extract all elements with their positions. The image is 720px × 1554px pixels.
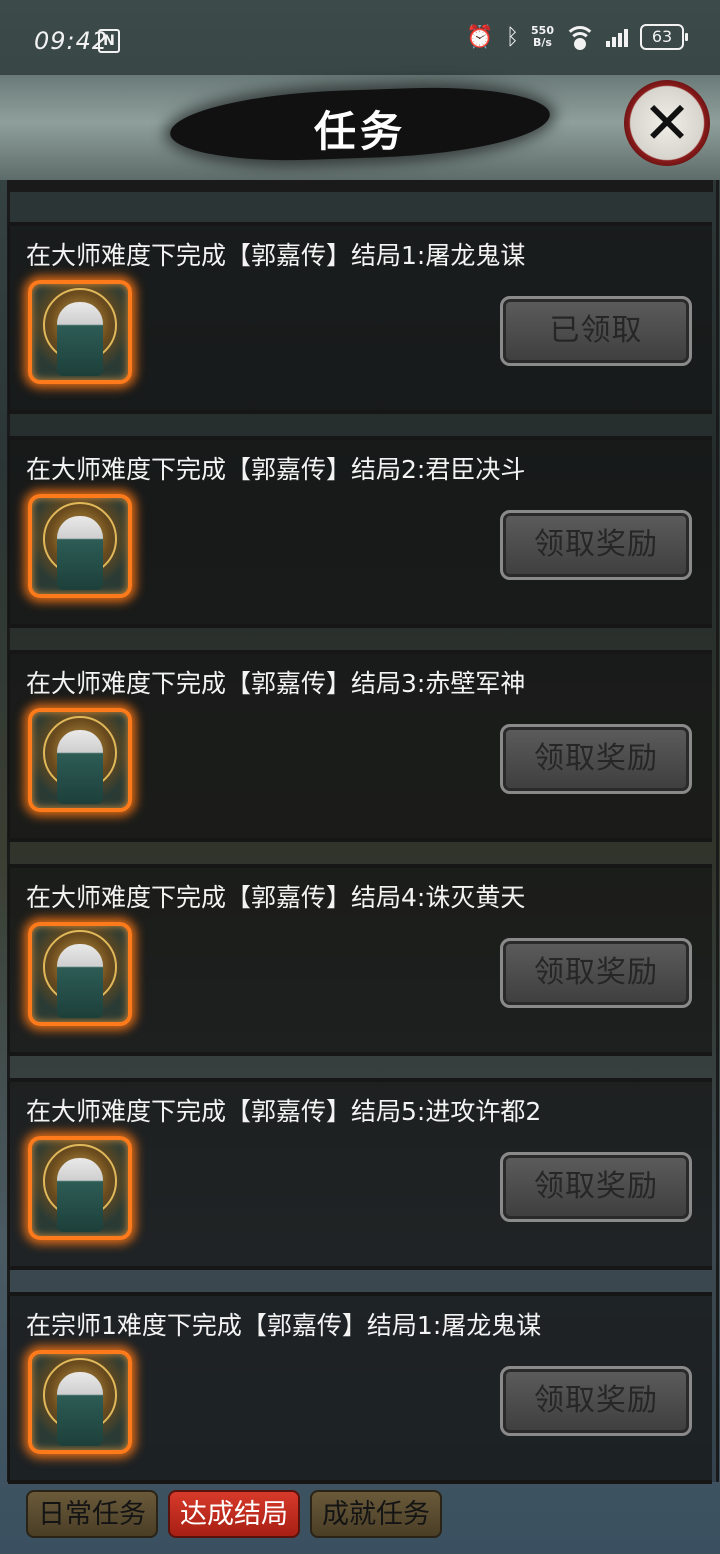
- task-card: 在宗师1难度下完成【郭嘉传】结局1:屠龙鬼谋 领取奖励: [8, 1292, 712, 1484]
- reward-icon[interactable]: [28, 280, 132, 384]
- task-title: 在大师难度下完成【郭嘉传】结局3:赤壁军神: [26, 669, 526, 698]
- close-button[interactable]: ✕: [624, 80, 710, 166]
- tab-endings[interactable]: 达成结局: [168, 1490, 300, 1538]
- signal-icon: [606, 27, 628, 47]
- battery-icon: 63: [640, 24, 688, 50]
- reward-icon[interactable]: [28, 1350, 132, 1454]
- claim-reward-button[interactable]: 领取奖励: [500, 1152, 692, 1222]
- reward-icon[interactable]: [28, 708, 132, 812]
- task-card: 在大师难度下完成【郭嘉传】结局3:赤壁军神 领取奖励: [8, 650, 712, 842]
- claim-reward-button[interactable]: 领取奖励: [500, 1366, 692, 1436]
- task-title: 在宗师1难度下完成【郭嘉传】结局1:屠龙鬼谋: [26, 1311, 542, 1340]
- task-title: 在大师难度下完成【郭嘉传】结局5:进攻许都2: [26, 1097, 542, 1126]
- alarm-icon: ⏰: [466, 24, 494, 50]
- task-list-top-border: [7, 180, 713, 192]
- network-speed-unit: B/s: [533, 36, 552, 49]
- nfc-icon: N: [98, 29, 120, 53]
- network-speed: 550 B/s: [531, 25, 554, 49]
- claim-reward-button[interactable]: 领取奖励: [500, 510, 692, 580]
- task-title: 在大师难度下完成【郭嘉传】结局1:屠龙鬼谋: [26, 241, 526, 270]
- task-card: 在大师难度下完成【郭嘉传】结局5:进攻许都2 领取奖励: [8, 1078, 712, 1270]
- status-bar: 09:42 N ⏰ ᛒ 550 B/s 63: [0, 0, 720, 80]
- task-card: 在大师难度下完成【郭嘉传】结局2:君臣决斗 领取奖励: [8, 436, 712, 628]
- status-icons: ⏰ ᛒ 550 B/s 63: [466, 24, 688, 50]
- claim-reward-button[interactable]: 领取奖励: [500, 724, 692, 794]
- bluetooth-icon: ᛒ: [505, 24, 520, 50]
- page-title: 任务: [313, 107, 406, 156]
- tab-achievements[interactable]: 成就任务: [310, 1490, 442, 1538]
- reward-icon[interactable]: [28, 922, 132, 1026]
- tab-bar: 日常任务 达成结局 成就任务: [26, 1490, 442, 1538]
- task-card: 在大师难度下完成【郭嘉传】结局4:诛灭黄天 领取奖励: [8, 864, 712, 1056]
- claimed-button[interactable]: 已领取: [500, 296, 692, 366]
- reward-icon[interactable]: [28, 1136, 132, 1240]
- close-icon: ✕: [642, 89, 692, 157]
- claim-reward-button[interactable]: 领取奖励: [500, 938, 692, 1008]
- task-title: 在大师难度下完成【郭嘉传】结局4:诛灭黄天: [26, 883, 526, 912]
- task-card: 在大师难度下完成【郭嘉传】结局1:屠龙鬼谋 已领取: [8, 222, 712, 414]
- task-title: 在大师难度下完成【郭嘉传】结局2:君臣决斗: [26, 455, 526, 484]
- tab-daily-tasks[interactable]: 日常任务: [26, 1490, 158, 1538]
- reward-icon[interactable]: [28, 494, 132, 598]
- wifi-icon: [564, 26, 596, 50]
